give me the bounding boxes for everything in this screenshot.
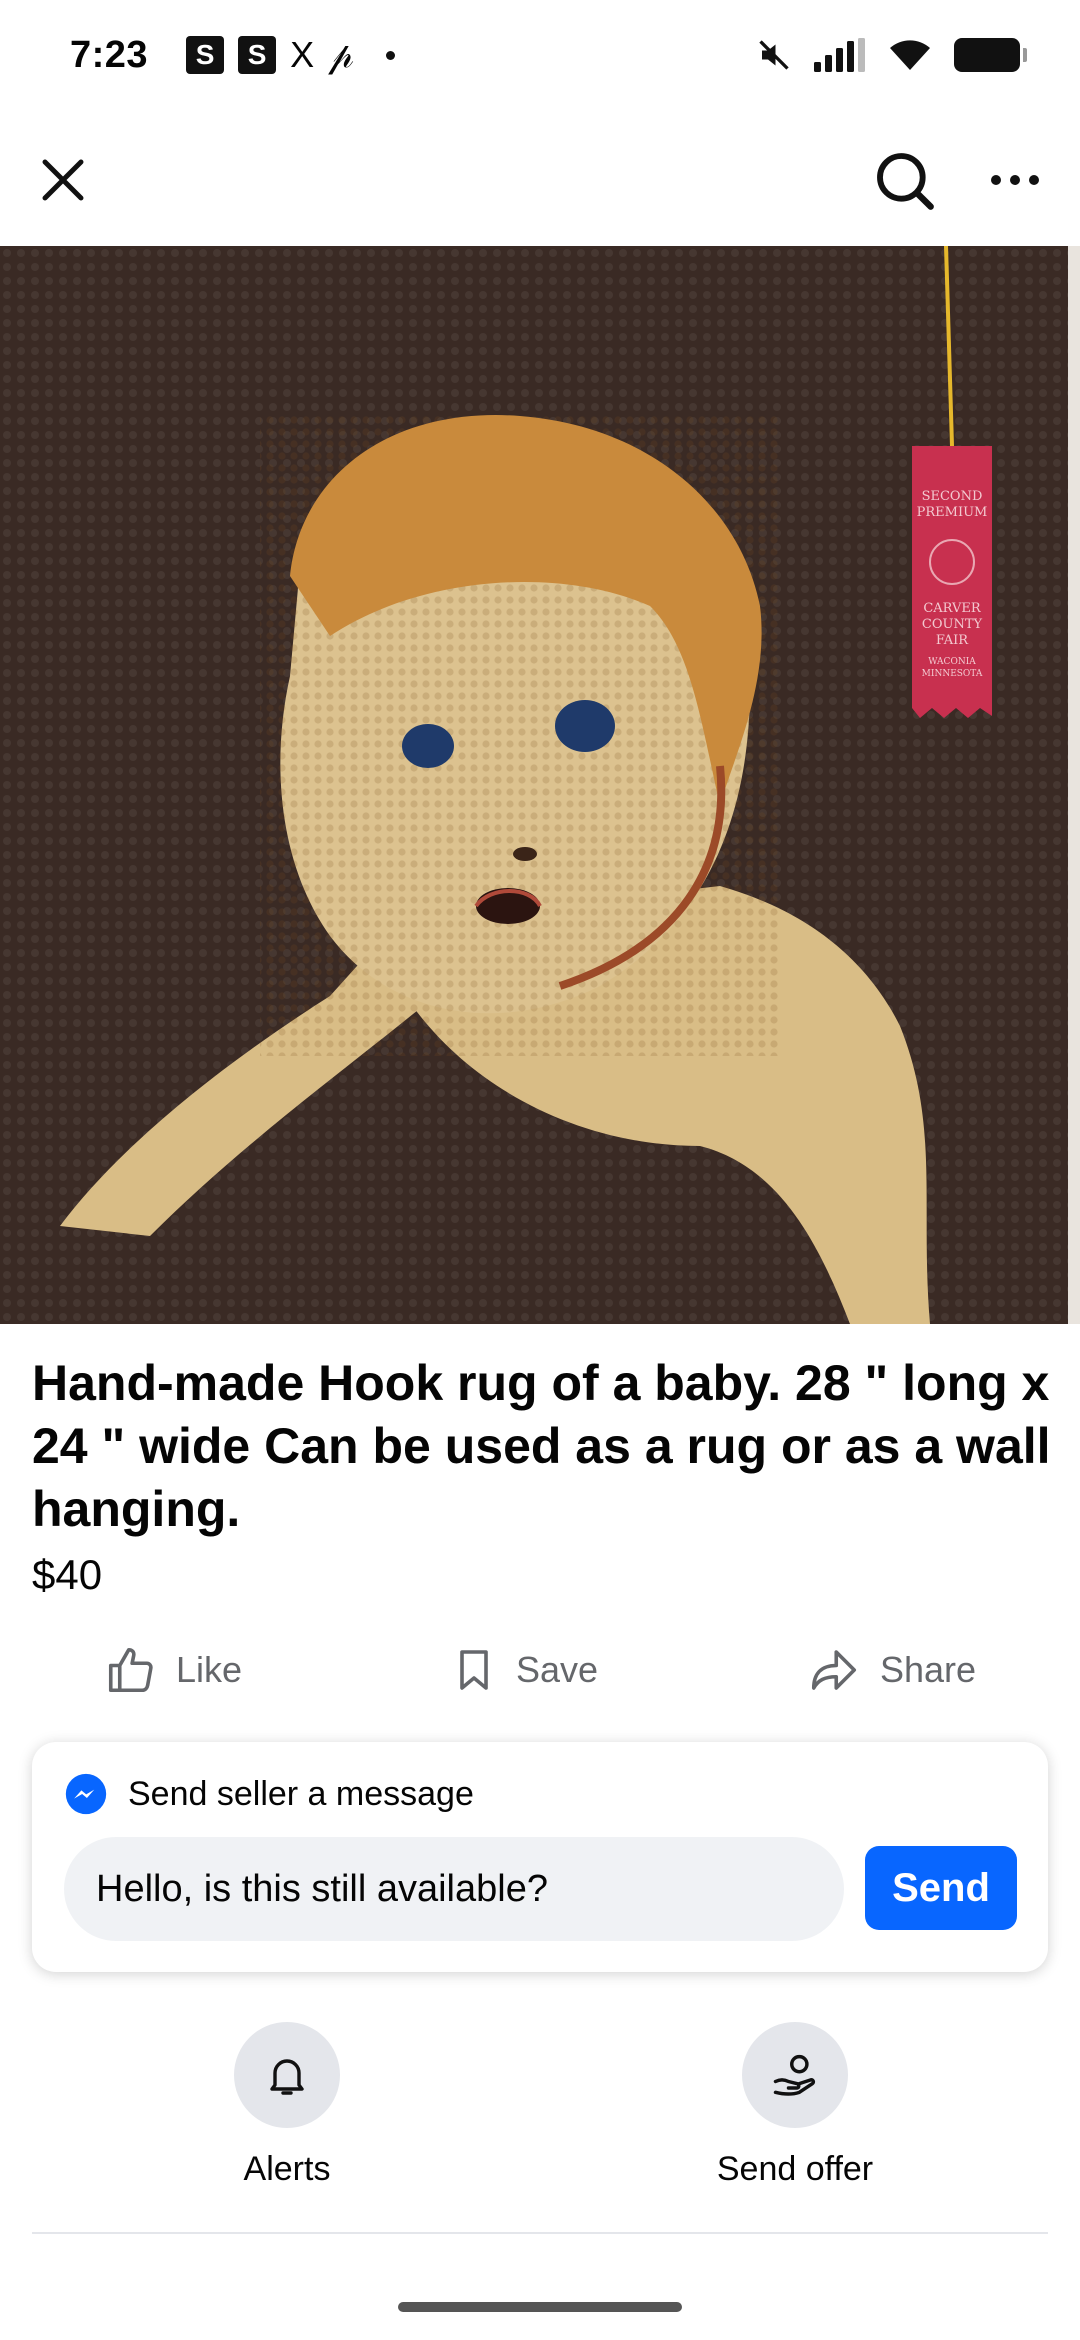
fair-ribbon: SECOND PREMIUM CARVER COUNTY FAIR WACONI… bbox=[912, 446, 992, 718]
thumbs-up-icon bbox=[108, 1647, 153, 1693]
signal-icon bbox=[814, 38, 865, 72]
share-button[interactable]: Share bbox=[806, 1643, 976, 1697]
action-row: Like Save Share bbox=[0, 1630, 1080, 1710]
threads-app-icon: 𝓅 bbox=[328, 34, 354, 75]
ribbon-text: SECOND bbox=[922, 489, 983, 504]
message-heading-row: Send seller a message bbox=[64, 1772, 474, 1816]
share-icon bbox=[811, 1650, 857, 1690]
listing-photo[interactable]: SECOND PREMIUM CARVER COUNTY FAIR WACONI… bbox=[0, 246, 1080, 1324]
app-header bbox=[0, 120, 1080, 240]
notification-s-icon: S bbox=[238, 36, 277, 74]
alerts-option[interactable]: Alerts bbox=[137, 2022, 437, 2189]
bell-icon bbox=[270, 2059, 304, 2095]
save-label: Save bbox=[515, 1649, 599, 1690]
search-icon[interactable] bbox=[872, 148, 936, 212]
more-notifications-dot bbox=[385, 50, 395, 60]
x-app-icon: X bbox=[290, 34, 315, 75]
home-indicator[interactable] bbox=[398, 2302, 682, 2312]
ribbon-text: CARVER bbox=[923, 601, 982, 616]
status-time: 7:23 bbox=[70, 33, 149, 76]
offer-hand-icon bbox=[773, 2054, 816, 2096]
ribbon-text: FAIR bbox=[936, 633, 969, 648]
status-right bbox=[756, 37, 1027, 73]
message-heading: Send seller a message bbox=[128, 1774, 474, 1813]
status-left: 7:23 S S X 𝓅 bbox=[70, 34, 395, 77]
like-button[interactable]: Like bbox=[104, 1643, 242, 1697]
ribbon-text: WACONIA bbox=[928, 657, 976, 667]
alerts-button[interactable] bbox=[234, 2022, 340, 2128]
save-button[interactable]: Save bbox=[450, 1643, 598, 1697]
message-input[interactable] bbox=[64, 1837, 844, 1941]
baby-eye-left bbox=[402, 724, 454, 768]
send-offer-label: Send offer bbox=[716, 2150, 874, 2188]
mute-icon bbox=[759, 40, 789, 70]
ribbon-text: PREMIUM bbox=[917, 505, 988, 520]
share-label: Share bbox=[879, 1649, 977, 1690]
baby-mouth bbox=[476, 888, 540, 924]
send-button[interactable]: Send bbox=[865, 1846, 1017, 1930]
listing-title: Hand-made Hook rug of a baby. 28 " long … bbox=[32, 1355, 1051, 1537]
divider bbox=[32, 2232, 1048, 2234]
message-seller-card: Send seller a message Send bbox=[32, 1742, 1048, 1972]
header-actions bbox=[872, 148, 1042, 212]
bookmark-icon bbox=[460, 1650, 488, 1690]
notification-s-icon: S bbox=[186, 36, 225, 74]
marketplace-listing-screen: 7:23 S S X 𝓅 SECOND PREMIUM CARVER COUNT… bbox=[0, 0, 1080, 2340]
hooked-rug-illustration: SECOND PREMIUM CARVER COUNTY FAIR WACONI… bbox=[0, 246, 1080, 1324]
wifi-icon bbox=[890, 40, 930, 70]
battery-icon bbox=[954, 38, 1027, 72]
send-offer-button[interactable] bbox=[742, 2022, 848, 2128]
ribbon-text: MINNESOTA bbox=[922, 669, 983, 679]
alerts-label: Alerts bbox=[243, 2150, 331, 2188]
listing-price: $40 bbox=[32, 1551, 103, 1598]
baby-eye-right bbox=[555, 700, 615, 752]
status-bar: 7:23 S S X 𝓅 bbox=[0, 0, 1080, 110]
like-label: Like bbox=[175, 1649, 243, 1690]
close-icon[interactable] bbox=[36, 153, 90, 207]
more-icon[interactable] bbox=[988, 170, 1042, 190]
messenger-icon bbox=[65, 1773, 107, 1815]
send-offer-option[interactable]: Send offer bbox=[645, 2022, 945, 2189]
ribbon-text: COUNTY bbox=[922, 617, 983, 632]
